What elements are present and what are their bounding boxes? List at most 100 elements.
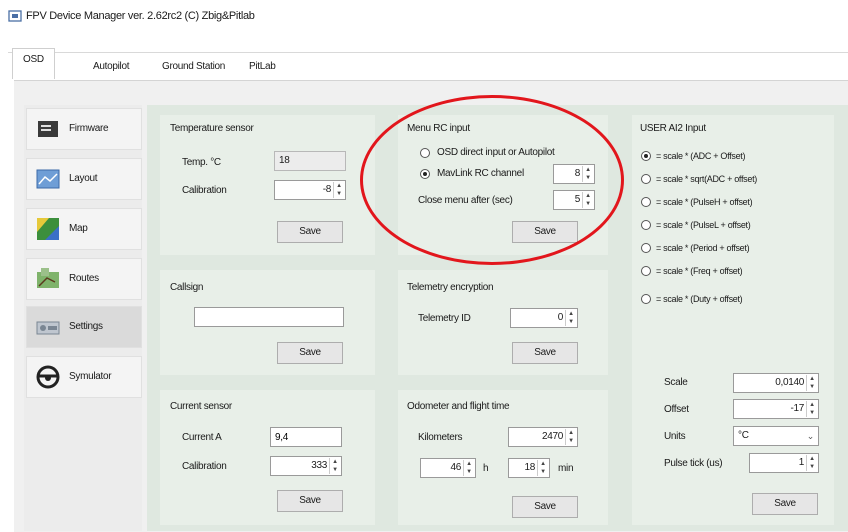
temperature-save-button[interactable]: Save [277, 221, 343, 243]
sidebar-item-map[interactable]: Map [26, 208, 142, 250]
calibration-label: Calibration [182, 185, 227, 196]
scale-label: Scale [664, 377, 688, 388]
close-menu-after-stepper[interactable]: 5 ▲ ▼ [553, 190, 595, 210]
units-select[interactable]: °C ⌄ [733, 426, 819, 446]
sidebar-item-layout[interactable]: Layout [26, 158, 142, 200]
spin-arrows-icon[interactable]: ▲ ▼ [806, 401, 817, 417]
temp-calibration-value: -8 [322, 184, 332, 195]
pulse-tick-label: Pulse tick (us) [664, 458, 723, 469]
telemetry-id-stepper[interactable]: 0 ▲ ▼ [510, 308, 578, 328]
kilometers-stepper[interactable]: 2470 ▲ ▼ [508, 427, 578, 447]
ai2-option-radio[interactable] [641, 151, 651, 161]
spin-arrows-icon[interactable]: ▲ ▼ [582, 192, 593, 208]
settings-icon [36, 321, 60, 335]
minutes-stepper[interactable]: 18 ▲ ▼ [508, 458, 550, 478]
ai2-save-button[interactable]: Save [752, 493, 818, 515]
sidebar-item-firmware[interactable]: Firmware [26, 108, 142, 150]
ai2-option-label: = scale * (Freq + offset) [656, 266, 743, 276]
tab-autopilot[interactable]: Autopilot [93, 56, 130, 78]
current-calibration-label: Calibration [182, 461, 227, 472]
ai2-option-radio[interactable] [641, 294, 651, 304]
spin-arrows-icon[interactable]: ▲ ▼ [537, 460, 548, 476]
units-value: °C [738, 430, 749, 441]
osd-direct-input-label: OSD direct input or Autopilot [437, 147, 555, 158]
ai2-option-radio[interactable] [641, 220, 651, 230]
spin-arrows-icon[interactable]: ▲ ▼ [329, 458, 340, 474]
ai2-option-radio[interactable] [641, 243, 651, 253]
hours-value: 46 [450, 462, 461, 473]
temp-value-field: 18 [274, 151, 346, 171]
callsign-title: Callsign [170, 282, 204, 293]
callsign-input[interactable] [194, 307, 344, 327]
telemetry-id-label: Telemetry ID [418, 313, 471, 324]
sidebar-item-symulator[interactable]: Symulator [26, 356, 142, 398]
spin-arrows-icon[interactable]: ▲ ▼ [806, 375, 817, 391]
minutes-value: 18 [524, 462, 535, 473]
offset-stepper[interactable]: -17 ▲ ▼ [733, 399, 819, 419]
sidebar-item-label: Layout [69, 173, 98, 184]
spin-arrows-icon[interactable]: ▲ ▼ [565, 310, 576, 326]
kilometers-label: Kilometers [418, 432, 463, 443]
odometer-save-button[interactable]: Save [512, 496, 578, 518]
hours-stepper[interactable]: 46 ▲ ▼ [420, 458, 476, 478]
firmware-chip-icon [38, 121, 58, 137]
rc-channel-stepper[interactable]: 8 ▲ ▼ [553, 164, 595, 184]
ai2-option-label: = scale * sqrt(ADC + offset) [656, 174, 757, 184]
temp-label: Temp. °C [182, 157, 221, 168]
ai2-option-label: = scale * (ADC + Offset) [656, 151, 746, 161]
telemetry-save-button[interactable]: Save [512, 342, 578, 364]
rc-channel-value: 8 [574, 168, 581, 179]
spin-arrows-icon[interactable]: ▲ ▼ [582, 166, 593, 182]
ai2-option-radio[interactable] [641, 174, 651, 184]
mavlink-rc-channel-radio[interactable] [420, 169, 430, 179]
window-title: FPV Device Manager ver. 2.62rc2 (C) Zbig… [26, 10, 255, 22]
odometer-title: Odometer and flight time [407, 401, 510, 412]
current-label: Current A [182, 432, 222, 443]
menu-rc-save-button[interactable]: Save [512, 221, 578, 243]
spin-arrows-icon[interactable]: ▲ ▼ [565, 429, 576, 445]
mavlink-rc-channel-label: MavLink RC channel [437, 168, 524, 179]
hours-unit: h [483, 463, 489, 474]
telemetry-id-value: 0 [557, 312, 564, 323]
tab-osd[interactable]: OSD [12, 48, 55, 79]
tab-pitlab[interactable]: PitLab [249, 56, 276, 78]
pulse-tick-value: 1 [798, 457, 805, 468]
sidebar-item-label: Map [69, 223, 88, 234]
scale-value: 0,0140 [775, 377, 804, 388]
sidebar-item-label: Firmware [69, 123, 109, 134]
temp-calibration-stepper[interactable]: -8 ▲ ▼ [274, 180, 346, 200]
current-input[interactable] [270, 427, 342, 447]
current-sensor-title: Current sensor [170, 401, 232, 412]
user-ai2-input-title: USER AI2 Input [640, 123, 706, 134]
spin-arrows-icon[interactable]: ▲ ▼ [806, 455, 817, 471]
sidebar-item-label: Routes [69, 273, 99, 284]
ai2-option-label: = scale * (Period + offset) [656, 243, 750, 253]
ai2-option-radio[interactable] [641, 266, 651, 276]
spin-arrows-icon[interactable]: ▲ ▼ [333, 182, 344, 198]
chevron-down-icon[interactable]: ⌄ [807, 427, 815, 445]
routes-icon [37, 268, 59, 288]
telemetry-encryption-title: Telemetry encryption [407, 282, 494, 293]
tab-ground-station[interactable]: Ground Station [162, 56, 225, 78]
sidebar-item-settings[interactable]: Settings [26, 306, 142, 348]
steering-wheel-icon [36, 365, 60, 389]
units-label: Units [664, 431, 686, 442]
ai2-option-radio[interactable] [641, 197, 651, 207]
spin-arrows-icon[interactable]: ▲ ▼ [463, 460, 474, 476]
menu-rc-input-title: Menu RC input [407, 123, 470, 134]
offset-value: -17 [790, 403, 804, 414]
current-calibration-value: 333 [311, 460, 327, 471]
osd-direct-input-radio[interactable] [420, 148, 430, 158]
current-calibration-stepper[interactable]: 333 ▲ ▼ [270, 456, 342, 476]
sidebar-item-routes[interactable]: Routes [26, 258, 142, 300]
scale-stepper[interactable]: 0,0140 ▲ ▼ [733, 373, 819, 393]
sidebar-item-label: Settings [69, 321, 103, 332]
pulse-tick-stepper[interactable]: 1 ▲ ▼ [749, 453, 819, 473]
offset-label: Offset [664, 404, 689, 415]
map-icon [37, 218, 59, 240]
callsign-save-button[interactable]: Save [277, 342, 343, 364]
ai2-option-label: = scale * (PulseH + offset) [656, 197, 753, 207]
current-save-button[interactable]: Save [277, 490, 343, 512]
app-icon [8, 10, 22, 22]
kilometers-value: 2470 [541, 431, 563, 442]
